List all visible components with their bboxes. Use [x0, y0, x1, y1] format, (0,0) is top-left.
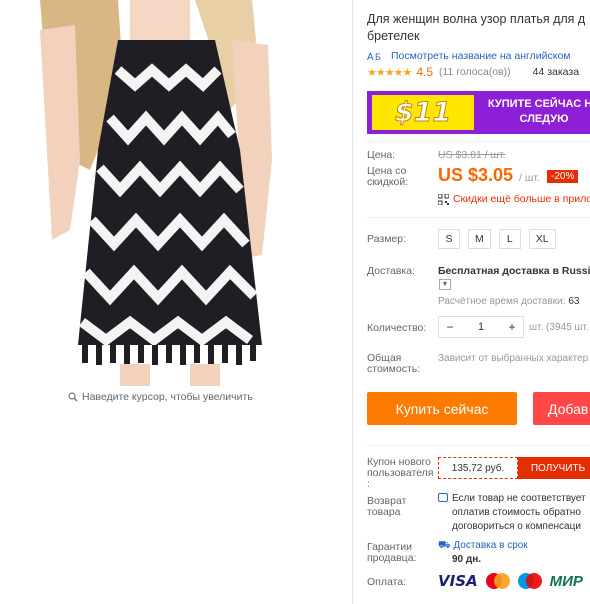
- quantity-label: Количество:: [367, 322, 427, 334]
- add-to-cart-button[interactable]: Добав: [533, 392, 590, 425]
- size-option-l[interactable]: L: [498, 229, 521, 249]
- guarantee-info: ⛟ Доставка в срок 90 дн.: [438, 539, 528, 567]
- divider: [367, 141, 590, 142]
- size-option-s[interactable]: S: [438, 229, 460, 249]
- zoom-hint: Наведите курсор, чтобы увеличить: [68, 391, 253, 403]
- svg-text:A: A: [367, 52, 374, 62]
- quantity-input[interactable]: 1: [461, 317, 501, 337]
- returns-line2: оплатив стоимость обратно: [452, 507, 581, 518]
- votes-link[interactable]: (11 голоса(ов)): [439, 66, 511, 78]
- get-coupon-button[interactable]: ПОЛУЧИТЬ: [518, 457, 590, 479]
- product-gallery: Наведите курсор, чтобы увеличить: [0, 0, 352, 604]
- guarantee-line1: Доставка в срок: [453, 540, 528, 551]
- shipping-value: Бесплатная доставка в Russia: [438, 265, 590, 277]
- dress-illustration: [40, 0, 272, 386]
- current-price: US $3.05: [438, 165, 514, 185]
- coupon-label: Купон нового пользователя :: [367, 456, 434, 490]
- product-title-line1: Для женщин волна узор платья для д: [367, 12, 586, 26]
- delivery-eta: Расчётное время доставки: 63: [438, 296, 579, 307]
- payment-methods: VISA МИР: [438, 572, 583, 590]
- quantity-minus-button[interactable]: −: [439, 317, 461, 337]
- product-image[interactable]: [0, 0, 352, 386]
- payment-label: Оплата:: [367, 576, 407, 588]
- returns-label: Возврат товара: [367, 495, 407, 518]
- divider: [367, 217, 590, 218]
- size-option-m[interactable]: M: [468, 229, 491, 249]
- banner-price-box: $11: [372, 95, 474, 130]
- discount-badge: -20%: [547, 170, 579, 183]
- stock-note: шт. (3945 шт.: [529, 322, 589, 333]
- quantity-stepper: − 1 +: [438, 316, 524, 338]
- guarantee-line2: 90 дн.: [452, 554, 482, 565]
- delivery-eta-label: Расчётное время доставки:: [438, 296, 566, 307]
- banner-text: КУПИТЕ СЕЙЧАС НА СЛЕДУЮ: [487, 98, 590, 125]
- size-option-xl[interactable]: XL: [528, 229, 556, 249]
- mastercard-logo-icon: [485, 573, 510, 589]
- quantity-plus-button[interactable]: +: [501, 317, 523, 337]
- rating-row: ★★★★★ 4.5 (11 голоса(ов)) 44 заказа: [367, 65, 590, 79]
- returns-line3: договориться о компенсаци: [452, 521, 581, 532]
- visa-logo-icon: VISA: [438, 572, 478, 590]
- delivery-eta-value: 63: [568, 296, 580, 307]
- returns-line1: Если товар не соответствует: [452, 493, 586, 504]
- size-options: S M L XL: [438, 229, 556, 249]
- product-details: Для женщин волна узор платья для д брете…: [367, 0, 590, 604]
- returns-info: Если товар не соответствует оплатив стои…: [438, 492, 586, 534]
- product-title-line2: бретелек: [367, 29, 420, 43]
- discount-price-label: Цена со скидкой:: [367, 165, 409, 188]
- zoom-hint-text: Наведите курсор, чтобы увеличить: [82, 391, 253, 403]
- shipping-label: Доставка:: [367, 265, 416, 277]
- buy-now-button[interactable]: Купить сейчас: [367, 392, 517, 425]
- svg-text:Б: Б: [375, 52, 381, 62]
- star-rating-icon[interactable]: ★★★★★: [367, 66, 412, 79]
- return-policy-icon: [438, 493, 448, 502]
- size-label: Размер:: [367, 233, 407, 245]
- mir-logo-icon: МИР: [549, 572, 583, 590]
- product-title: Для женщин волна узор платья для д брете…: [367, 11, 590, 45]
- shipping-dropdown-icon[interactable]: ▼: [439, 279, 451, 290]
- column-divider: [352, 0, 353, 604]
- qr-code-icon: [438, 193, 449, 205]
- guarantee-label: Гарантии продавца:: [367, 541, 417, 564]
- price-unit: / шт.: [519, 172, 540, 184]
- translate-link[interactable]: A Б Посмотреть название на английском: [367, 50, 590, 62]
- divider: [367, 445, 590, 446]
- total-value: Зависит от выбранных характер: [438, 353, 589, 364]
- translate-link-text[interactable]: Посмотреть название на английском: [391, 50, 571, 62]
- price-label: Цена:: [367, 149, 396, 161]
- old-price: US $3.81 / шт.: [438, 149, 506, 161]
- rating-value: 4.5: [416, 65, 433, 79]
- app-promo-text[interactable]: Скидки ещё больше в прило: [453, 193, 590, 205]
- translate-icon: A Б: [367, 52, 381, 62]
- banner-price: $11: [394, 97, 452, 129]
- truck-icon: ⛟: [438, 540, 451, 551]
- magnifier-icon: [68, 392, 78, 402]
- app-promo[interactable]: Скидки ещё больше в прило: [438, 193, 590, 205]
- orders-count: 44 заказа: [532, 66, 580, 78]
- promo-banner[interactable]: $11 КУПИТЕ СЕЙЧАС НА СЛЕДУЮ: [367, 91, 590, 134]
- total-label: Общая стоимость:: [367, 352, 421, 375]
- maestro-logo-icon: [517, 573, 542, 589]
- coupon-amount: 135,72 руб.: [438, 457, 518, 479]
